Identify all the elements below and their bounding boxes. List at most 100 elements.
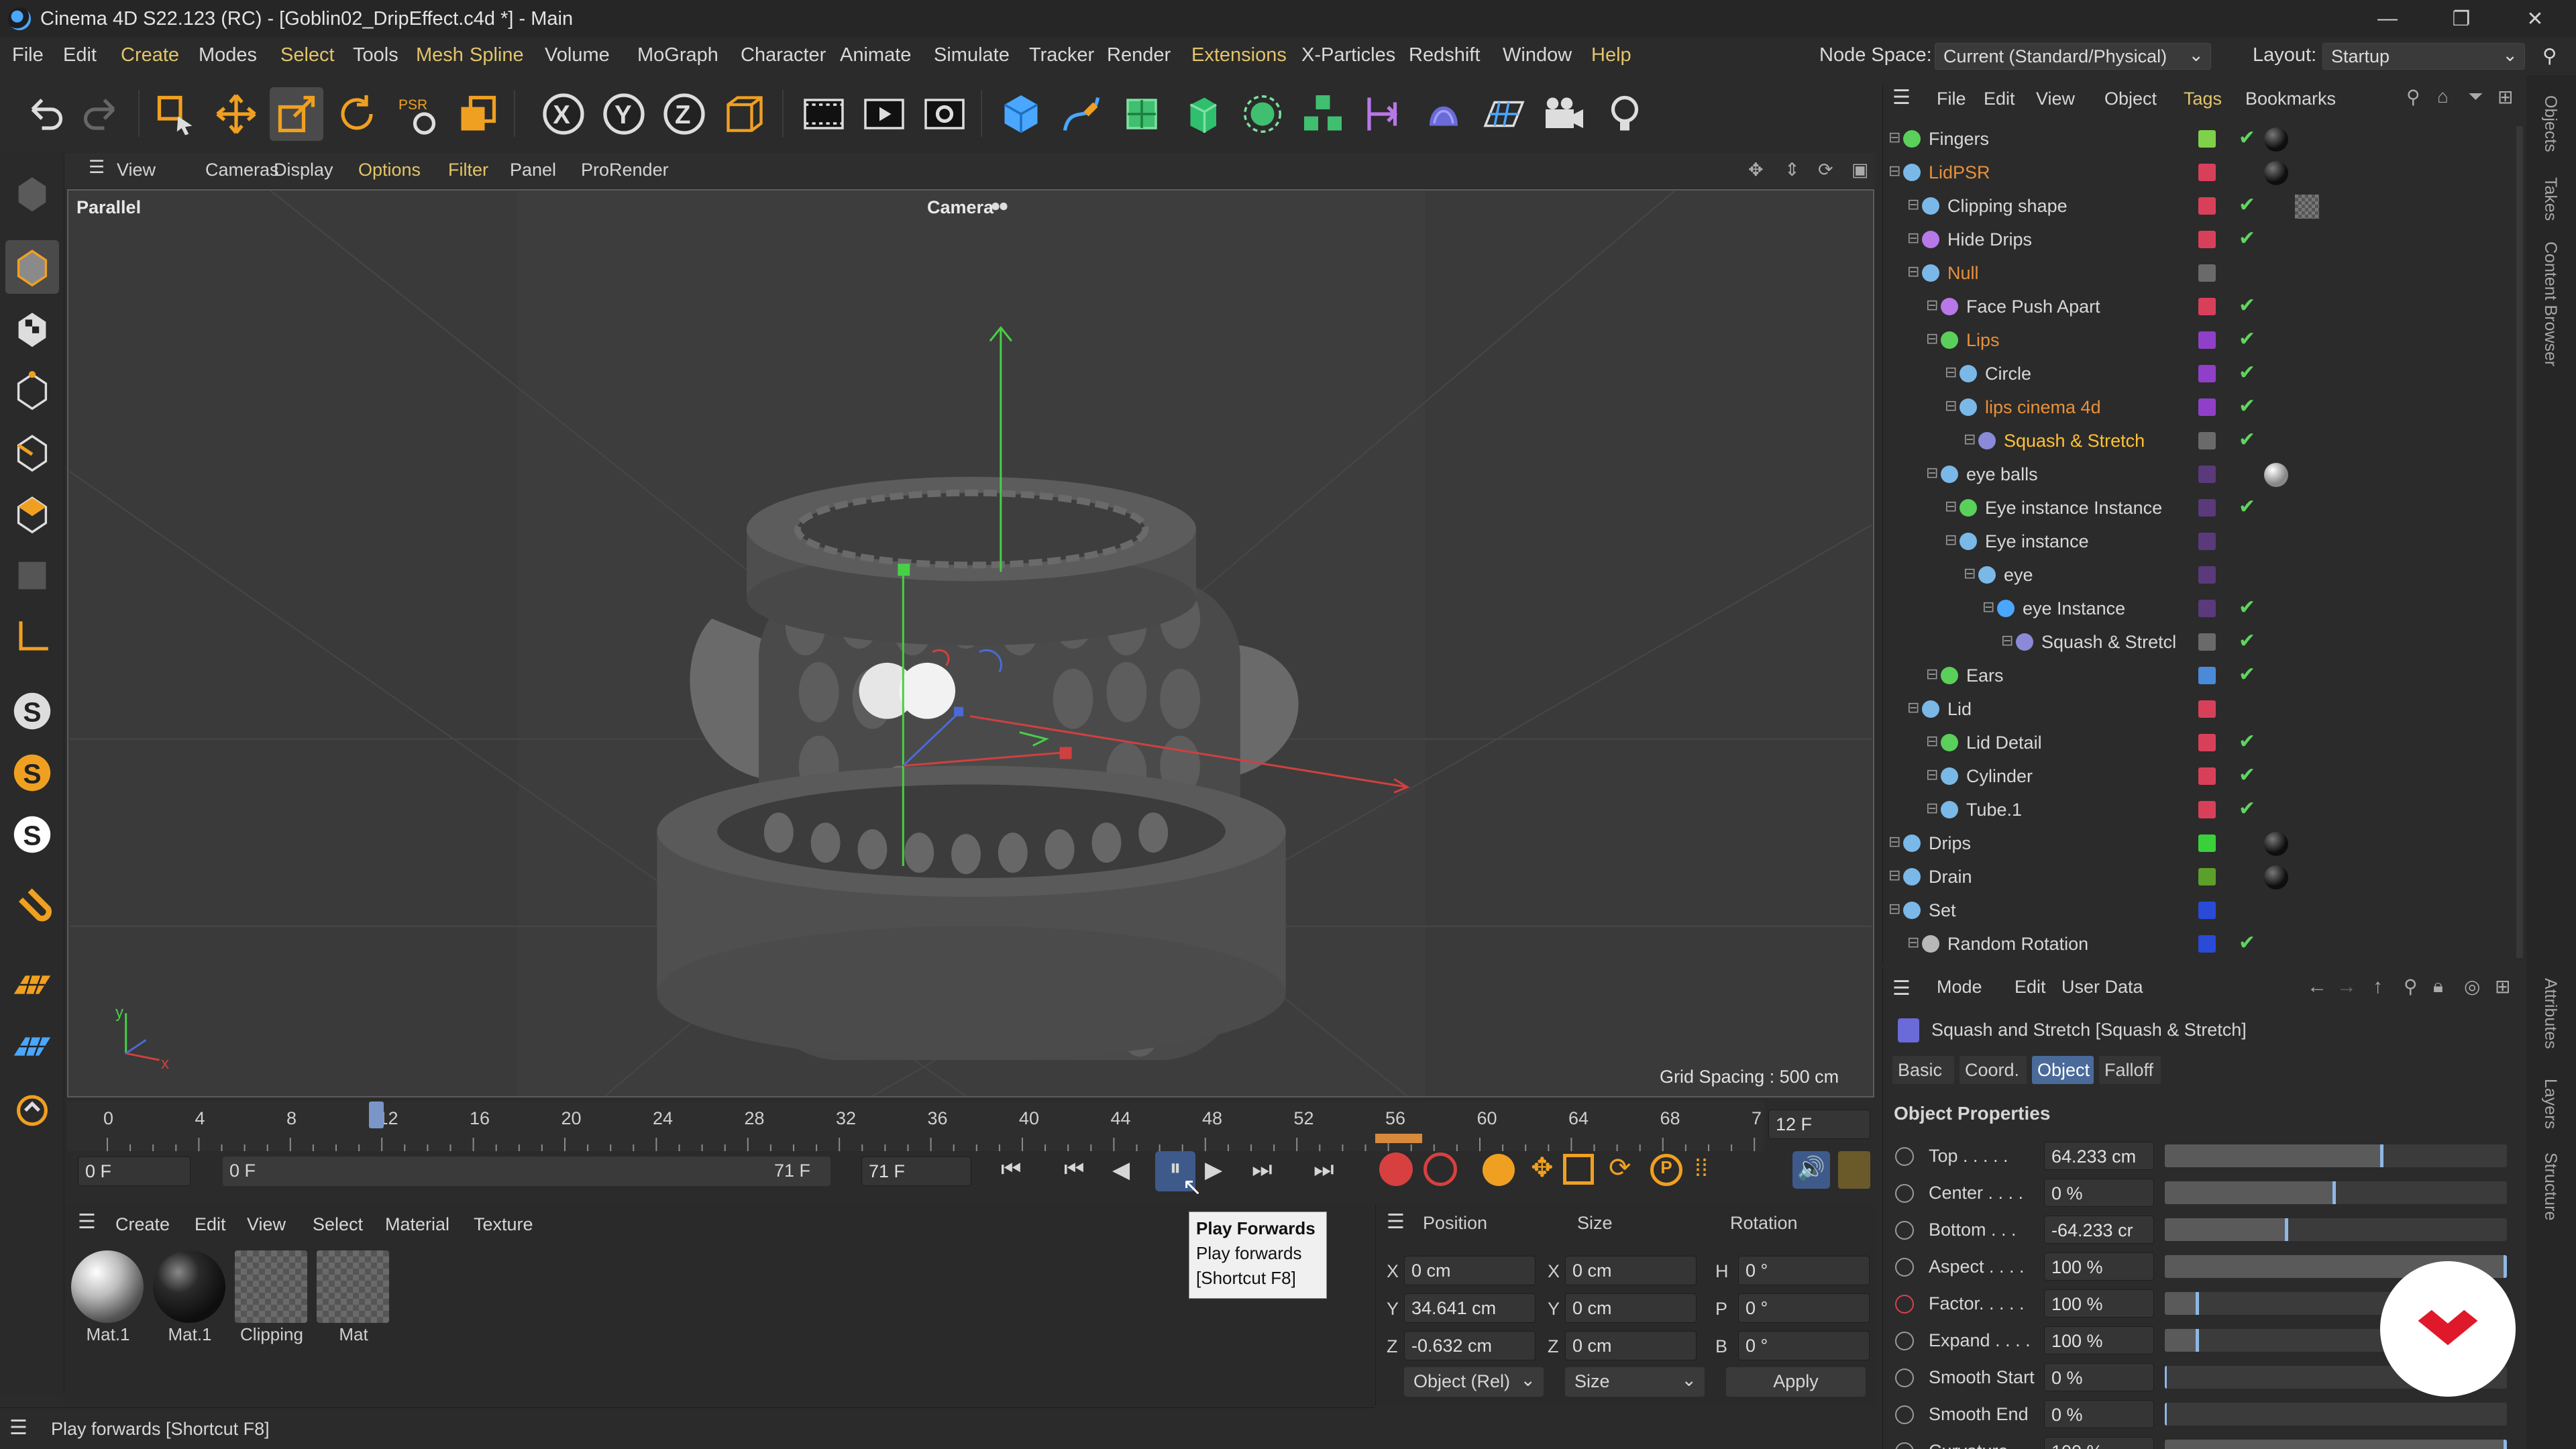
hamburger-icon[interactable]: ☰: [1892, 977, 1911, 1000]
enabled-check-icon[interactable]: ✔: [2239, 495, 2255, 519]
xpresso-tag-icon[interactable]: [2265, 798, 2290, 822]
object-row[interactable]: ⊟ Clipping shape ✔: [1883, 189, 2527, 223]
size-x-field[interactable]: 0 cm: [1565, 1256, 1697, 1285]
cube-primitive-icon[interactable]: [994, 87, 1048, 141]
filmstrip-icon[interactable]: [1838, 1151, 1870, 1189]
menu-modes[interactable]: Modes: [199, 44, 257, 66]
object-row[interactable]: ⊟ Squash & Stretcl ✔: [1883, 625, 2527, 659]
search-icon[interactable]: ⚲: [2404, 975, 2418, 998]
rotate-view-icon[interactable]: ⟳: [1818, 160, 1833, 180]
x-axis-lock-icon[interactable]: X: [537, 87, 590, 141]
mograph-cloner-icon[interactable]: [1296, 87, 1350, 141]
size-y-field[interactable]: 0 cm: [1565, 1293, 1697, 1323]
tree-expander-icon[interactable]: ⊟: [1926, 733, 1938, 750]
viewport-menu-prorender[interactable]: ProRender: [581, 160, 669, 180]
coordinate-mode-select[interactable]: Object (Rel) ⌄: [1404, 1367, 1544, 1397]
object-name[interactable]: Set: [1929, 900, 1956, 921]
layer-color-chip[interactable]: [2198, 432, 2216, 449]
uv-mode-icon[interactable]: [5, 549, 59, 602]
object-row[interactable]: ⊟ Lid: [1883, 692, 2527, 726]
visibility-dots-icon[interactable]: [2228, 597, 2235, 620]
material-menu-edit[interactable]: Edit: [195, 1214, 226, 1235]
object-name[interactable]: Random Rotation: [1947, 934, 2088, 955]
menu-animate[interactable]: Animate: [840, 44, 911, 66]
size-mode-select[interactable]: Size ⌄: [1565, 1367, 1705, 1397]
layer-color-chip[interactable]: [2198, 801, 2216, 818]
tree-expander-icon[interactable]: ⊟: [1888, 867, 1900, 884]
object-menu-view[interactable]: View: [2036, 89, 2075, 109]
minimize-button[interactable]: —: [2351, 0, 2424, 38]
viewport-menu-display[interactable]: Display: [274, 160, 333, 180]
object-name[interactable]: Ears: [1966, 665, 2004, 686]
material-tag-icon[interactable]: [2264, 161, 2288, 185]
object-name[interactable]: eye Instance: [2023, 598, 2125, 619]
layer-color-chip[interactable]: [2198, 130, 2216, 148]
viewport-menu-view[interactable]: View: [117, 160, 156, 180]
tree-expander-icon[interactable]: ⊟: [1907, 699, 1919, 716]
position-z-field[interactable]: -0.632 cm: [1404, 1331, 1536, 1360]
visibility-dots-icon[interactable]: [2228, 228, 2235, 251]
tree-expander-icon[interactable]: ⊟: [1926, 330, 1938, 347]
object-name[interactable]: Squash & Stretcl: [2041, 632, 2176, 653]
tree-expander-icon[interactable]: ⊟: [1907, 229, 1919, 247]
visibility-dots-icon[interactable]: [2228, 899, 2235, 922]
animate-radio-icon[interactable]: [1895, 1442, 1914, 1449]
rotate-tool-icon[interactable]: [330, 87, 384, 141]
solo-off-icon[interactable]: S: [5, 684, 59, 738]
move-tool-icon[interactable]: [209, 87, 263, 141]
object-name[interactable]: Null: [1947, 263, 1979, 284]
attribute-menu-user-data[interactable]: User Data: [2061, 977, 2143, 998]
enabled-check-icon[interactable]: ✔: [2239, 663, 2255, 686]
object-menu-tags[interactable]: Tags: [2184, 89, 2222, 109]
tab-takes[interactable]: Takes: [2540, 177, 2560, 221]
menu-mograph[interactable]: MoGraph: [637, 44, 718, 66]
key-rotation-icon[interactable]: ⟳: [1609, 1152, 1631, 1183]
frame-range-slider[interactable]: 0 F 71 F: [223, 1157, 830, 1186]
layout-select[interactable]: Startup ⌄: [2322, 43, 2525, 70]
render-settings-icon[interactable]: [918, 87, 971, 141]
timeline-ruler[interactable]: 0 4 8 12 16 20 24 28 32 36 40 44 48 52 56 60 64 68 7: [67, 1102, 1764, 1151]
object-menu-edit[interactable]: Edit: [1984, 89, 2015, 109]
menu-file[interactable]: File: [12, 44, 44, 66]
render-to-picture-viewer-icon[interactable]: [857, 87, 911, 141]
z-axis-lock-icon[interactable]: Z: [657, 87, 711, 141]
object-menu-bookmarks[interactable]: Bookmarks: [2245, 89, 2336, 109]
animate-radio-icon[interactable]: [1895, 1184, 1914, 1203]
enabled-check-icon[interactable]: ✔: [2239, 126, 2255, 150]
key-parameter-icon[interactable]: P: [1650, 1154, 1682, 1186]
hamburger-icon[interactable]: ☰: [89, 157, 105, 178]
visibility-dots-icon[interactable]: [2228, 564, 2235, 586]
tree-expander-icon[interactable]: ⊟: [1964, 431, 1976, 448]
attribute-value-field[interactable]: 100 %: [2044, 1437, 2154, 1449]
attribute-value-field[interactable]: 0 %: [2044, 1179, 2154, 1207]
enabled-check-icon[interactable]: ✔: [2239, 629, 2255, 653]
layer-color-chip[interactable]: [2198, 365, 2216, 382]
tree-expander-icon[interactable]: ⊟: [1926, 464, 1938, 482]
edge-mode-icon[interactable]: [5, 425, 59, 479]
subdivision-surface-icon[interactable]: [1115, 87, 1169, 141]
attribute-value-field[interactable]: 100 %: [2044, 1326, 2154, 1354]
maximize-button[interactable]: ❐: [2424, 0, 2498, 38]
psr-tool-icon[interactable]: PSR: [390, 87, 444, 141]
key-position-icon[interactable]: ✥: [1531, 1152, 1554, 1183]
tree-expander-icon[interactable]: ⊟: [1964, 565, 1976, 582]
tree-expander-icon[interactable]: ⊟: [1907, 263, 1919, 280]
menu-window[interactable]: Window: [1503, 44, 1572, 66]
layer-color-chip[interactable]: [2198, 700, 2216, 718]
object-name[interactable]: Cylinder: [1966, 766, 2033, 787]
snap-magnet-icon[interactable]: [5, 884, 59, 938]
tree-expander-icon[interactable]: ⊟: [1888, 162, 1900, 180]
visibility-dots-icon[interactable]: [2228, 329, 2235, 352]
menu-simulate[interactable]: Simulate: [934, 44, 1010, 66]
enabled-check-icon[interactable]: ✔: [2239, 763, 2255, 787]
tab-falloff[interactable]: Falloff: [2099, 1056, 2161, 1084]
enabled-check-icon[interactable]: ✔: [2239, 394, 2255, 418]
new-panel-icon[interactable]: ⊞: [2498, 86, 2513, 108]
visibility-dots-icon[interactable]: [2228, 865, 2235, 888]
back-arrow-icon[interactable]: ←: [2307, 975, 2327, 998]
tab-structure[interactable]: Structure: [2540, 1152, 2560, 1220]
tree-expander-icon[interactable]: ⊟: [1888, 900, 1900, 918]
material-tag-icon[interactable]: [2264, 832, 2288, 856]
object-row[interactable]: ⊟ Face Push Apart ✔: [1883, 290, 2527, 323]
autokey-icon[interactable]: [1424, 1152, 1457, 1186]
